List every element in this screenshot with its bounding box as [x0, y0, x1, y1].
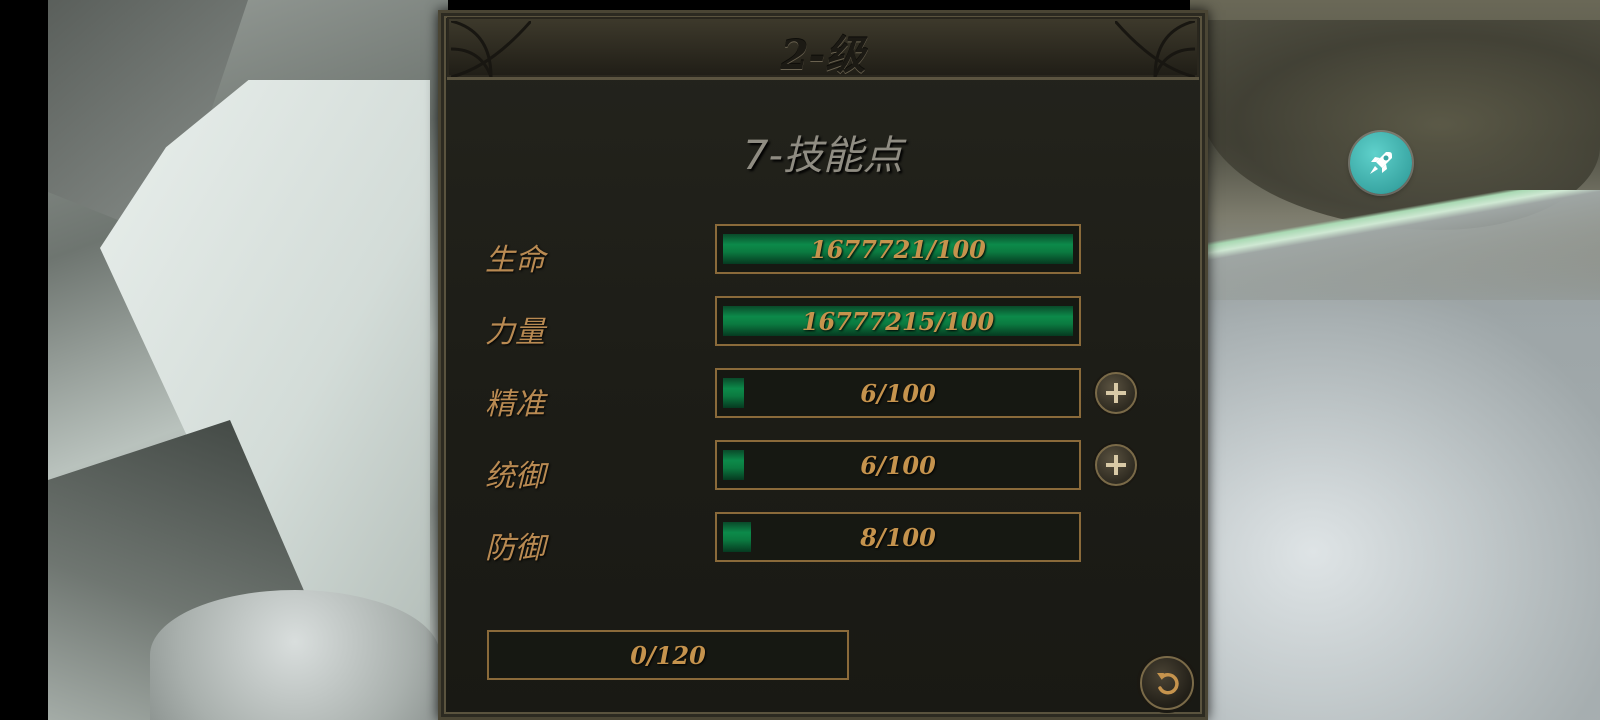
panel-header: 2-级 — [447, 17, 1199, 80]
snow-slope — [1190, 300, 1600, 720]
plus-icon — [1106, 383, 1126, 403]
undo-arrow-icon — [1157, 673, 1179, 695]
stat-value-defense: 8/100 — [860, 522, 936, 552]
stat-value-strength: 16777215/100 — [801, 306, 995, 336]
stat-value-command: 6/100 — [860, 450, 936, 480]
level-title: 2-级 — [780, 32, 866, 79]
rocket-icon — [1370, 152, 1392, 174]
stat-value-life: 1677721/100 — [810, 234, 986, 264]
grass-ridge — [1190, 190, 1600, 300]
experience-value: 0/120 — [630, 640, 706, 670]
stat-bar-precision: 6/100 — [715, 368, 1081, 418]
stat-bar-life: 1677721/100 — [715, 224, 1081, 274]
rocket-button[interactable] — [1350, 132, 1412, 194]
add-precision-button[interactable] — [1095, 372, 1137, 414]
stat-label-precision: 精准 — [485, 387, 545, 422]
stat-label-command: 统御 — [485, 459, 545, 494]
stat-bar-command: 6/100 — [715, 440, 1081, 490]
character-stats-panel: 2-级 7-技能点 生命 1677721/100 力量 16777215/100… — [438, 10, 1208, 720]
plus-icon — [1106, 455, 1126, 475]
stat-value-precision: 6/100 — [860, 378, 936, 408]
snow-mound — [150, 590, 440, 720]
add-command-button[interactable] — [1095, 444, 1137, 486]
left-letterbox — [0, 0, 48, 720]
stat-bar-defense: 8/100 — [715, 512, 1081, 562]
stat-label-defense: 防御 — [485, 531, 545, 566]
stat-bar-strength: 16777215/100 — [715, 296, 1081, 346]
experience-bar: 0/120 — [487, 630, 849, 680]
skill-points-label: 7-技能点 — [743, 133, 903, 179]
back-button[interactable] — [1140, 656, 1194, 710]
stat-label-strength: 力量 — [485, 315, 545, 350]
stat-label-life: 生命 — [485, 243, 545, 278]
